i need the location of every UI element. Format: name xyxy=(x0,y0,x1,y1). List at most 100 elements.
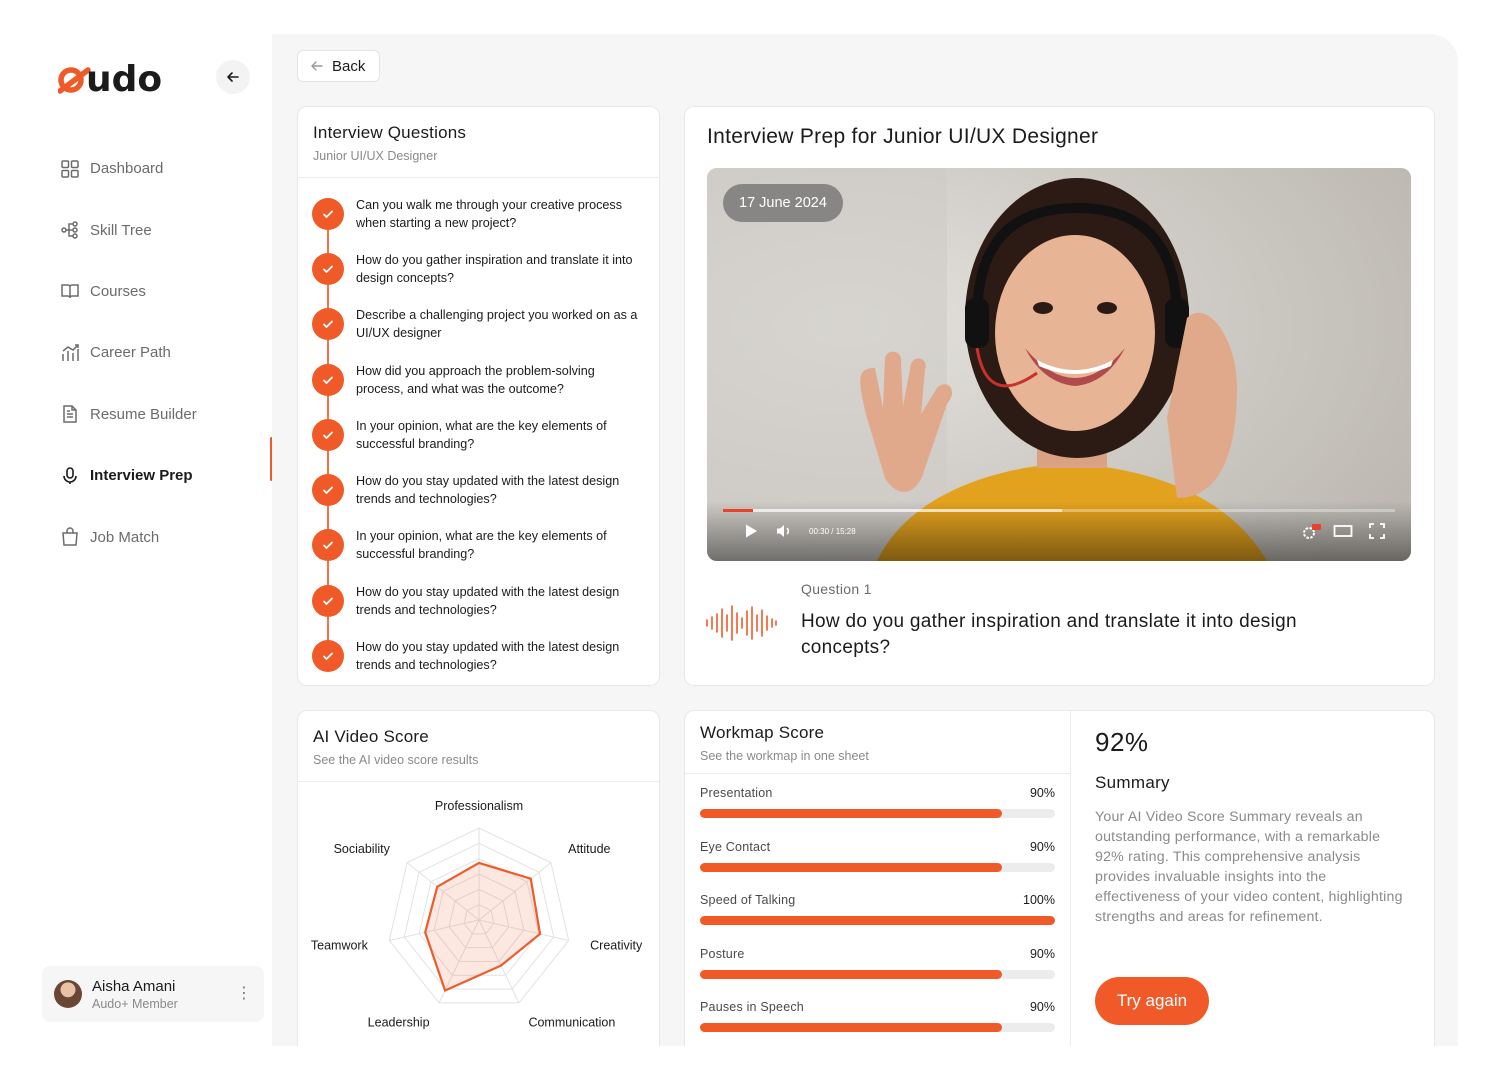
question-text: How do you stay updated with the latest … xyxy=(356,474,620,507)
question-list: Can you walk me through your creative pr… xyxy=(298,178,659,684)
radar-axis-label: Sociability xyxy=(334,842,391,856)
card-title: Workmap Score xyxy=(700,723,825,742)
radar-axis-label: Teamwork xyxy=(311,938,369,952)
user-info: Aisha Amani Audo+ Member xyxy=(92,978,178,1011)
avatar xyxy=(54,980,82,1008)
user-name: Aisha Amani xyxy=(92,977,176,995)
radar-axis-label: Leadership xyxy=(368,1016,430,1030)
video-player[interactable]: 17 June 2024 00:30 / 15:28 xyxy=(707,168,1411,561)
time-readout: 00:30 / 15:28 xyxy=(809,527,856,536)
metric-name: Eye Contact xyxy=(700,839,771,854)
book-icon xyxy=(60,281,80,301)
back-button[interactable]: Back xyxy=(297,50,380,82)
svg-text:udo: udo xyxy=(86,59,162,98)
summary-percent: 92% xyxy=(1095,727,1149,757)
check-icon xyxy=(312,308,344,341)
microphone-icon xyxy=(60,466,80,486)
radar-chart-svg: Professionalism Attitude Creativity Communi… xyxy=(311,799,643,1030)
settings-icon[interactable] xyxy=(1301,523,1321,541)
more-vertical-icon[interactable]: ⋮ xyxy=(236,986,252,1002)
card-subtitle: See the AI video score results xyxy=(313,753,479,767)
workmap-row: Pauses in Speech 90% xyxy=(685,988,1070,1042)
card-subtitle: See the workmap in one sheet xyxy=(700,749,869,763)
card-title: AI Video Score xyxy=(313,727,429,746)
workmap-panel: Workmap Score See the workmap in one she… xyxy=(685,711,1071,1046)
audio-wave-icon xyxy=(706,605,777,641)
play-icon[interactable] xyxy=(743,523,759,539)
metric-name: Posture xyxy=(700,946,745,961)
arrow-left-icon xyxy=(311,61,323,71)
sidebar-item-job-match[interactable]: Job Match xyxy=(60,506,272,567)
check-icon xyxy=(312,584,344,617)
ai-video-score-card: AI Video Score See the AI video score re… xyxy=(297,710,660,1046)
metric-fill xyxy=(700,1023,1002,1032)
bag-icon xyxy=(60,527,80,547)
list-item[interactable]: Can you walk me through your creative pr… xyxy=(312,186,645,241)
list-item[interactable]: Describe a challenging project you worke… xyxy=(312,297,645,352)
metric-name: Pauses in Speech xyxy=(700,1000,804,1014)
metric-fill xyxy=(700,862,1002,872)
question-text: In your opinion, what are the key elemen… xyxy=(356,529,607,562)
list-item[interactable]: How do you stay updated with the latest … xyxy=(312,462,645,517)
metric-fill xyxy=(700,916,1055,925)
metric-bar xyxy=(700,969,1055,979)
fullscreen-icon[interactable] xyxy=(1369,523,1385,539)
theater-mode-icon[interactable] xyxy=(1333,523,1353,539)
radar-series xyxy=(424,861,542,992)
sidebar-item-resume-builder[interactable]: Resume Builder xyxy=(60,384,272,445)
question-text: How do you stay updated with the latest … xyxy=(356,640,620,673)
check-icon xyxy=(312,418,344,451)
list-item[interactable]: In your opinion, what are the key elemen… xyxy=(312,518,645,573)
try-again-button[interactable]: Try again xyxy=(1095,977,1209,1025)
list-item[interactable]: How did you approach the problem-solving… xyxy=(312,352,645,407)
current-question: How do you gather inspiration and transl… xyxy=(801,611,1297,658)
summary-title: Summary xyxy=(1095,773,1170,792)
metric-name: Presentation xyxy=(700,786,773,800)
sidebar-item-label: Dashboard xyxy=(90,160,164,178)
metric-fill xyxy=(700,809,1002,818)
question-text: Can you walk me through your creative pr… xyxy=(356,197,622,230)
sidebar-item-label: Resume Builder xyxy=(90,405,197,423)
list-item[interactable]: How do you stay updated with the latest … xyxy=(312,573,645,628)
check-icon xyxy=(312,252,344,285)
question-text: How did you approach the problem-solving… xyxy=(356,363,595,396)
audo-logo: udo xyxy=(58,59,162,98)
workmap-row: Speed of Talking 100% xyxy=(685,881,1070,935)
list-item[interactable]: How do you gather inspiration and transl… xyxy=(312,241,645,296)
sidebar-item-label: Skill Tree xyxy=(90,221,152,239)
workmap-row: Posture 90% xyxy=(685,935,1070,989)
check-icon xyxy=(312,640,344,673)
summary-panel: 92% Summary Your AI Video Score Summary … xyxy=(1095,711,1434,1046)
check-icon xyxy=(312,197,344,230)
user-card[interactable]: Aisha Amani Audo+ Member ⋮ xyxy=(42,966,264,1022)
sidebar-item-dashboard[interactable]: Dashboard xyxy=(60,138,272,199)
list-item[interactable]: In your opinion, what are the key elemen… xyxy=(312,407,645,462)
sidebar-item-label: Courses xyxy=(90,282,146,300)
sidebar-item-skill-tree[interactable]: Skill Tree xyxy=(60,199,272,260)
radar-axis-label: Communication xyxy=(528,1016,615,1030)
arrow-left-icon xyxy=(227,72,239,82)
user-role: Audo+ Member xyxy=(92,996,178,1011)
volume-icon[interactable] xyxy=(775,523,793,539)
metric-value: 90% xyxy=(1029,1000,1055,1014)
sidebar-item-courses[interactable]: Courses xyxy=(60,261,272,322)
progress-bar xyxy=(723,509,754,512)
metric-bar xyxy=(700,916,1055,925)
metric-bar xyxy=(700,1023,1055,1032)
collapse-sidebar-button[interactable] xyxy=(216,60,250,94)
list-item[interactable]: How do you stay updated with the latest … xyxy=(312,628,645,683)
sidebar-item-career-path[interactable]: Career Path xyxy=(60,322,272,383)
main-content: Back Interview Questions Junior UI/UX De… xyxy=(272,34,1458,1046)
metric-value: 90% xyxy=(1029,839,1055,854)
sidebar-item-label: Job Match xyxy=(90,528,160,546)
seek-bar[interactable] xyxy=(723,509,1395,512)
sidebar-item-interview-prep[interactable]: Interview Prep xyxy=(60,445,272,506)
card-subtitle: Junior UI/UX Designer xyxy=(313,149,438,163)
sidebar-nav: Dashboard Skill Tree Courses Career Path… xyxy=(60,138,272,568)
buffer-bar xyxy=(723,509,1063,512)
question-text: In your opinion, what are the key elemen… xyxy=(356,418,607,451)
workmap-row: Presentation 90% xyxy=(685,774,1070,828)
sidebar: udo Dashboard Skill Tree Courses Career … xyxy=(0,0,272,1046)
metric-bar xyxy=(700,862,1055,872)
radar-chart: Professionalism Attitude Creativity Communi… xyxy=(298,797,659,1046)
